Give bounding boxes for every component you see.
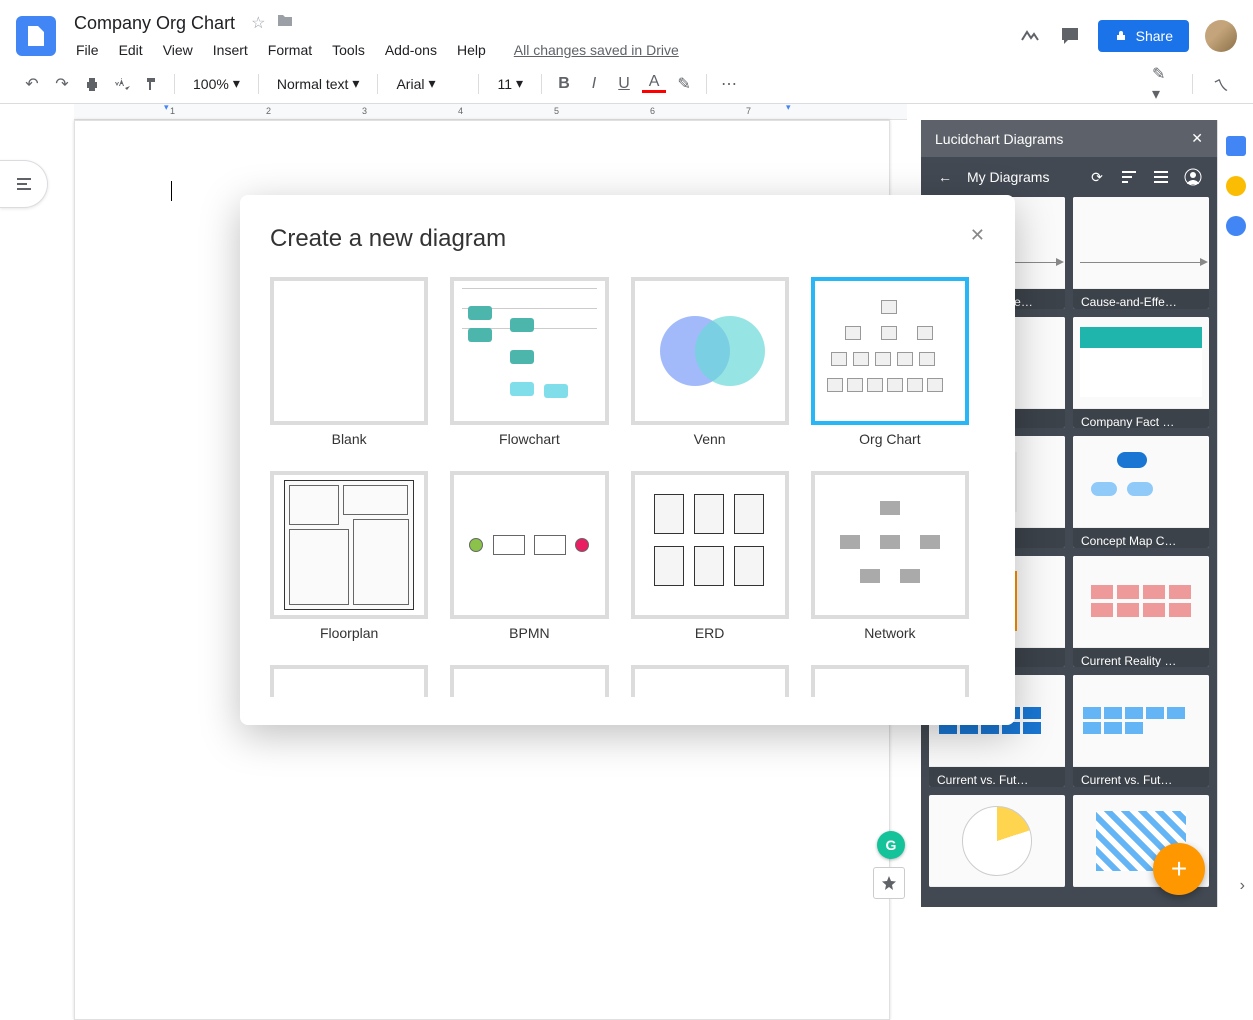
italic-icon[interactable]: I	[582, 72, 606, 96]
share-button[interactable]: Share	[1098, 20, 1189, 52]
new-diagram-fab[interactable]: +	[1153, 843, 1205, 895]
spellcheck-icon[interactable]	[110, 72, 134, 96]
save-status[interactable]: All changes saved in Drive	[514, 42, 679, 58]
template-label: Network	[811, 625, 969, 641]
menu-tools[interactable]: Tools	[324, 38, 373, 62]
menu-addons[interactable]: Add-ons	[377, 38, 445, 62]
diagram-card-9[interactable]: Current vs. Fut…	[1073, 675, 1209, 787]
template-card-8[interactable]	[270, 665, 428, 697]
zoom-dropdown[interactable]: 100% ▾	[185, 71, 248, 96]
explore-button[interactable]	[873, 867, 905, 899]
diagram-card-3[interactable]: Company Fact …	[1073, 317, 1209, 429]
app-header: Company Org Chart ☆ File Edit View Inser…	[0, 0, 1253, 64]
diagram-label: Current vs. Fut…	[929, 767, 1065, 787]
docs-home-icon[interactable]	[16, 16, 56, 56]
highlight-icon[interactable]: ✎	[672, 72, 696, 96]
calendar-app-icon[interactable]	[1226, 136, 1246, 156]
font-dropdown[interactable]: Arial ▾	[388, 71, 468, 96]
template-card-11[interactable]	[811, 665, 969, 697]
diagram-card-10[interactable]	[929, 795, 1065, 887]
diagram-label: Current vs. Fut…	[1073, 767, 1209, 787]
undo-icon[interactable]: ↶	[20, 72, 44, 96]
template-card-9[interactable]	[450, 665, 608, 697]
lucid-title: Lucidchart Diagrams	[935, 131, 1063, 147]
grammarly-icon[interactable]: G	[877, 831, 905, 859]
activity-icon[interactable]	[1018, 24, 1042, 48]
fontsize-dropdown[interactable]: 11 ▾	[489, 71, 531, 96]
more-icon[interactable]: ⋯	[717, 72, 741, 96]
underline-icon[interactable]: U	[612, 72, 636, 96]
style-dropdown[interactable]: Normal text ▾	[269, 71, 368, 96]
template-floorplan[interactable]: Floorplan	[270, 471, 428, 641]
template-bpmn[interactable]: BPMN	[450, 471, 608, 641]
expand-arrow-icon[interactable]: ›	[1240, 877, 1245, 895]
print-icon[interactable]	[80, 72, 104, 96]
template-label: Org Chart	[811, 431, 969, 447]
template-blank[interactable]: Blank	[270, 277, 428, 447]
outline-toggle-button[interactable]	[0, 160, 48, 208]
bold-icon[interactable]: B	[552, 72, 576, 96]
template-flowchart[interactable]: Flowchart	[450, 277, 608, 447]
list-icon[interactable]	[1151, 167, 1171, 187]
star-icon[interactable]: ☆	[251, 13, 265, 33]
template-network[interactable]: Network	[811, 471, 969, 641]
close-icon[interactable]: ✕	[1191, 130, 1203, 147]
modal-close-icon[interactable]: ✕	[970, 225, 985, 246]
comments-icon[interactable]	[1058, 24, 1082, 48]
template-erd[interactable]: ERD	[631, 471, 789, 641]
menu-view[interactable]: View	[155, 38, 201, 62]
keep-app-icon[interactable]	[1226, 176, 1246, 196]
template-card-10[interactable]	[631, 665, 789, 697]
menu-edit[interactable]: Edit	[111, 38, 151, 62]
user-icon[interactable]	[1183, 167, 1203, 187]
redo-icon[interactable]: ↷	[50, 72, 74, 96]
template-scroll[interactable]: Blank Flowchart Venn Org Chart Floorplan BPMN…	[270, 277, 985, 697]
paint-format-icon[interactable]	[140, 72, 164, 96]
folder-icon[interactable]	[277, 13, 293, 33]
back-icon[interactable]: ←	[935, 167, 955, 187]
lucid-subtitle: My Diagrams	[967, 169, 1049, 185]
menu-help[interactable]: Help	[449, 38, 494, 62]
diagram-label: Concept Map C…	[1073, 528, 1209, 548]
tasks-app-icon[interactable]	[1226, 216, 1246, 236]
create-diagram-modal: Create a new diagram ✕ Blank Flowchart Ven…	[240, 195, 1015, 725]
editing-mode-icon[interactable]: ✎ ▾	[1152, 72, 1176, 96]
diagram-card-1[interactable]: Cause-and-Effe…	[1073, 197, 1209, 309]
side-panel	[1217, 120, 1253, 907]
document-title[interactable]: Company Org Chart	[68, 11, 241, 36]
format-toolbar: ↶ ↷ 100% ▾ Normal text ▾ Arial ▾ 11 ▾ B …	[0, 64, 1253, 104]
hide-menus-icon[interactable]: ㄟ	[1209, 72, 1233, 96]
sort-icon[interactable]	[1119, 167, 1139, 187]
user-avatar[interactable]	[1205, 20, 1237, 52]
template-label: ERD	[631, 625, 789, 641]
share-label: Share	[1136, 28, 1173, 44]
diagram-label: Cause-and-Effe…	[1073, 289, 1209, 309]
template-venn[interactable]: Venn	[631, 277, 789, 447]
diagram-label: Company Fact …	[1073, 409, 1209, 429]
menu-bar: File Edit View Insert Format Tools Add-o…	[68, 38, 1018, 62]
template-org-chart[interactable]: Org Chart	[811, 277, 969, 447]
menu-format[interactable]: Format	[260, 38, 320, 62]
template-label: BPMN	[450, 625, 608, 641]
refresh-icon[interactable]: ⟳	[1087, 167, 1107, 187]
ruler[interactable]: ▾ 1 2 3 4 5 6 7 ▾	[74, 104, 907, 120]
diagram-card-7[interactable]: Current Reality …	[1073, 556, 1209, 668]
template-label: Flowchart	[450, 431, 608, 447]
diagram-label: Current Reality …	[1073, 648, 1209, 668]
template-label: Blank	[270, 431, 428, 447]
text-color-icon[interactable]: A	[642, 75, 666, 93]
modal-title: Create a new diagram	[270, 225, 985, 253]
template-label: Floorplan	[270, 625, 428, 641]
diagram-card-5[interactable]: Concept Map C…	[1073, 436, 1209, 548]
menu-file[interactable]: File	[68, 38, 107, 62]
template-label: Venn	[631, 431, 789, 447]
text-cursor	[171, 181, 172, 201]
menu-insert[interactable]: Insert	[205, 38, 256, 62]
